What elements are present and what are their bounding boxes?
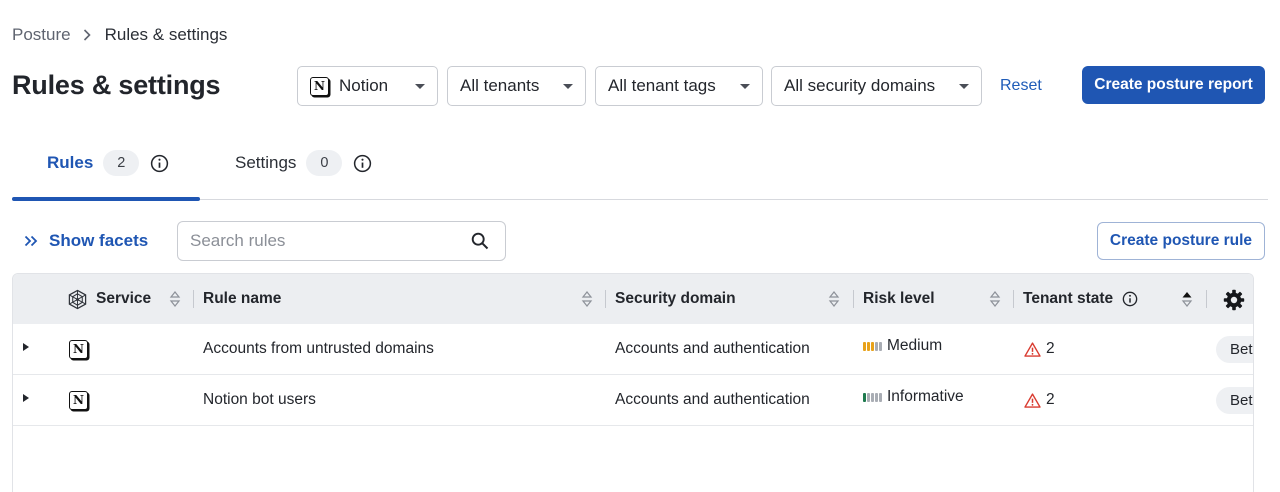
rule-name-cell[interactable]: Accounts from untrusted domains xyxy=(203,324,434,374)
gear-icon[interactable] xyxy=(1222,288,1246,312)
service-filter-dropdown[interactable]: N Notion xyxy=(297,66,438,106)
reset-button[interactable]: Reset xyxy=(1000,77,1042,95)
tab-rules-count: 2 xyxy=(103,150,140,176)
info-icon[interactable] xyxy=(150,154,169,173)
risk-bar-segment xyxy=(879,341,882,351)
table-header: Service Rule name Security domain Risk l… xyxy=(13,274,1253,324)
sort-icon[interactable] xyxy=(169,289,181,309)
tab-settings-count: 0 xyxy=(306,150,343,176)
tab-rules-label: Rules xyxy=(47,153,94,172)
notion-logo-icon: N xyxy=(69,339,88,359)
warning-icon xyxy=(1024,341,1041,357)
risk-bars-icon xyxy=(863,341,882,351)
tab-bar: Rules 2 Settings 0 xyxy=(12,140,1268,201)
tenant-state-cell: 2 xyxy=(1024,375,1055,425)
tab-settings[interactable]: Settings 0 xyxy=(235,150,372,176)
beta-badge: Bet xyxy=(1216,336,1253,363)
double-chevron-right-icon xyxy=(24,235,38,247)
sort-ascending-icon[interactable] xyxy=(1181,289,1193,309)
create-posture-report-button[interactable]: Create posture report xyxy=(1082,66,1265,104)
service-cell: N xyxy=(69,375,88,425)
sort-icon[interactable] xyxy=(828,289,840,309)
expand-row-icon[interactable] xyxy=(23,394,29,402)
security-domains-filter-dropdown[interactable]: All security domains xyxy=(771,66,982,106)
security-domain-cell: Accounts and authentication xyxy=(615,391,810,408)
risk-bar-segment xyxy=(879,392,882,402)
expand-row-icon[interactable] xyxy=(23,343,29,351)
tab-settings-label: Settings xyxy=(235,153,297,172)
show-facets-button[interactable]: Show facets xyxy=(24,231,148,251)
column-divider[interactable] xyxy=(193,290,194,308)
column-label: Rule name xyxy=(203,290,282,307)
column-label: Risk level xyxy=(863,290,935,307)
tenant-state-count: 2 xyxy=(1046,340,1055,357)
notion-logo-icon: N xyxy=(310,76,329,96)
tenant-state-count: 2 xyxy=(1046,391,1055,408)
service-web-icon xyxy=(67,289,88,310)
column-label: Tenant state xyxy=(1023,290,1114,307)
column-label: Service xyxy=(96,290,152,307)
rules-table: Service Rule name Security domain Risk l… xyxy=(12,273,1254,492)
column-divider[interactable] xyxy=(853,290,854,308)
beta-badge: Bet xyxy=(1216,387,1253,414)
risk-bar-segment xyxy=(875,392,878,402)
caret-down-icon xyxy=(415,84,425,89)
info-icon[interactable] xyxy=(353,154,372,173)
column-header-risk-level[interactable]: Risk level xyxy=(863,274,935,324)
sort-icon[interactable] xyxy=(581,289,593,309)
breadcrumb-posture-link[interactable]: Posture xyxy=(12,25,71,45)
caret-down-icon xyxy=(740,84,750,89)
warning-icon xyxy=(1024,392,1041,408)
create-posture-rule-button[interactable]: Create posture rule xyxy=(1097,222,1265,260)
column-divider[interactable] xyxy=(1013,290,1014,308)
column-header-service[interactable]: Service xyxy=(67,274,151,324)
risk-bar-segment xyxy=(867,392,870,402)
security-domains-filter-value: All security domains xyxy=(784,76,936,95)
risk-level-cell: Medium xyxy=(863,321,942,371)
table-row[interactable]: N Notion bot users Accounts and authenti… xyxy=(13,375,1253,426)
breadcrumb: Posture Rules & settings xyxy=(12,25,227,45)
risk-level-cell: Informative xyxy=(863,372,964,422)
risk-level-label: Medium xyxy=(887,337,943,354)
show-facets-label: Show facets xyxy=(49,231,149,250)
tenants-filter-value: All tenants xyxy=(460,76,540,95)
risk-bar-segment xyxy=(871,392,874,402)
breadcrumb-current: Rules & settings xyxy=(104,25,228,44)
search-input[interactable] xyxy=(190,222,460,260)
security-domain-cell: Accounts and authentication xyxy=(615,340,810,357)
search-box xyxy=(177,221,506,261)
column-divider[interactable] xyxy=(605,290,606,308)
caret-down-icon xyxy=(959,84,969,89)
chevron-right-icon xyxy=(83,29,91,41)
risk-bar-segment xyxy=(871,341,874,351)
table-row[interactable]: N Accounts from untrusted domains Accoun… xyxy=(13,324,1253,375)
column-header-tenant-state[interactable]: Tenant state xyxy=(1023,274,1138,324)
column-divider[interactable] xyxy=(1206,290,1207,308)
search-icon[interactable] xyxy=(471,232,489,250)
tenant-tags-filter-dropdown[interactable]: All tenant tags xyxy=(595,66,763,106)
tenant-state-cell: 2 xyxy=(1024,324,1055,374)
rule-name-cell[interactable]: Notion bot users xyxy=(203,375,316,425)
service-filter-value: Notion xyxy=(339,76,389,95)
page-title: Rules & settings xyxy=(12,70,221,100)
tenant-tags-filter-value: All tenant tags xyxy=(608,76,716,95)
risk-bar-segment xyxy=(863,392,866,402)
risk-bar-segment xyxy=(867,341,870,351)
info-icon[interactable] xyxy=(1122,291,1138,307)
notion-logo-icon: N xyxy=(69,390,88,410)
risk-level-label: Informative xyxy=(887,388,964,405)
tenants-filter-dropdown[interactable]: All tenants xyxy=(447,66,586,106)
column-header-rule-name[interactable]: Rule name xyxy=(203,274,281,324)
risk-bars-icon xyxy=(863,392,882,402)
column-label: Security domain xyxy=(615,290,736,307)
caret-down-icon xyxy=(563,84,573,89)
tab-rules[interactable]: Rules 2 xyxy=(47,150,169,176)
sort-icon[interactable] xyxy=(989,289,1001,309)
risk-bar-segment xyxy=(863,341,866,351)
active-tab-indicator xyxy=(12,197,200,201)
column-header-security-domain[interactable]: Security domain xyxy=(615,274,736,324)
risk-bar-segment xyxy=(875,341,878,351)
service-cell: N xyxy=(69,324,88,374)
